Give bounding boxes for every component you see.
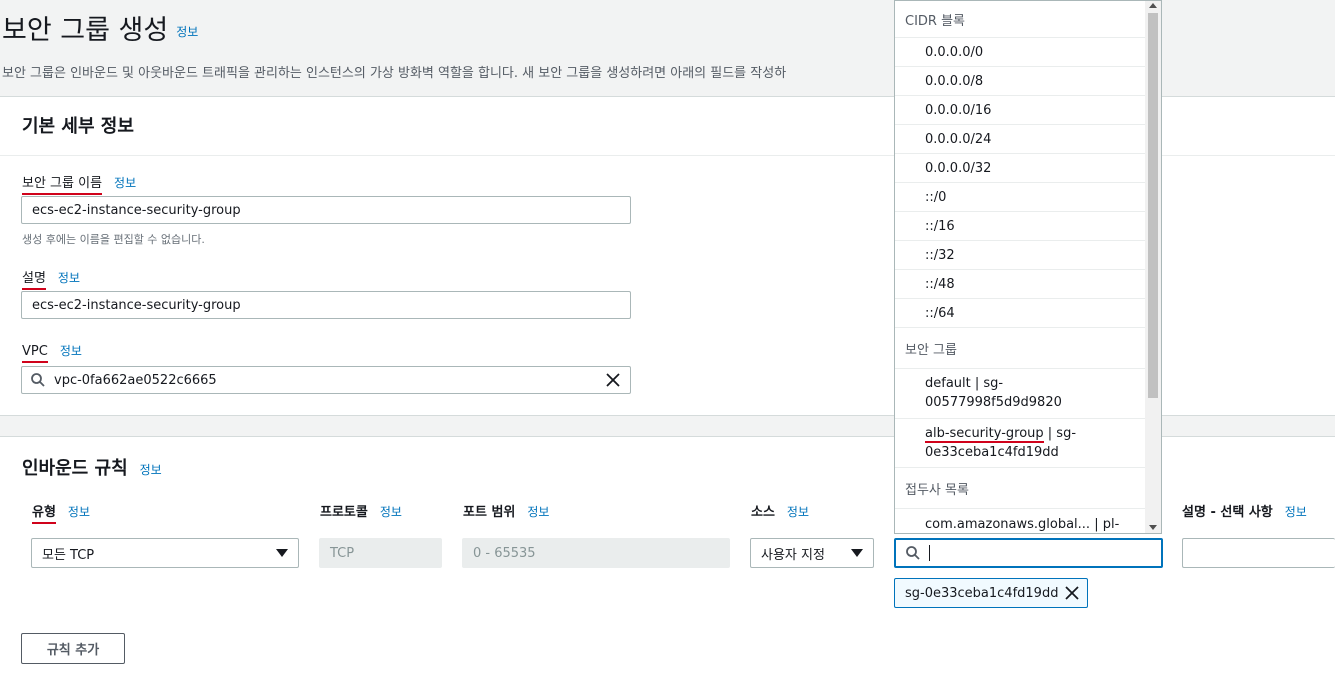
sg-name-label-row: 보안 그룹 이름 정보 bbox=[22, 172, 136, 195]
sg-name-input[interactable]: ecs-ec2-instance-security-group bbox=[21, 196, 631, 224]
search-icon bbox=[31, 373, 45, 387]
col-description-header: 설명 - 선택 사항 정보 bbox=[1182, 501, 1307, 520]
rule-description-input[interactable] bbox=[1182, 538, 1335, 568]
add-rule-button[interactable]: 규칙 추가 bbox=[21, 633, 125, 664]
dropdown-option-cidr[interactable]: ::/64 bbox=[895, 299, 1145, 328]
sg-name-info-link[interactable]: 정보 bbox=[114, 176, 136, 190]
dropdown-option-cidr[interactable]: ::/32 bbox=[895, 241, 1145, 270]
col-type-info-link[interactable]: 정보 bbox=[68, 505, 90, 519]
page-title-text: 보안 그룹 생성 bbox=[2, 15, 169, 46]
sg-name-label: 보안 그룹 이름 bbox=[22, 176, 103, 195]
vpc-select[interactable]: vpc-0fa662ae0522c6665 bbox=[21, 366, 631, 394]
dropdown-option-prefix[interactable]: com.amazonaws.global... | pl- bbox=[895, 509, 1145, 533]
col-source-header: 소스 정보 bbox=[751, 501, 809, 520]
col-type-label: 유형 bbox=[32, 505, 56, 524]
sg-name-hint: 생성 후에는 이름을 편집할 수 없습니다. bbox=[22, 233, 205, 246]
search-icon bbox=[906, 546, 920, 560]
scrollbar-thumb[interactable] bbox=[1148, 13, 1158, 398]
sg-alb-line1: alb-security-group | sg- bbox=[925, 424, 1145, 443]
inbound-rules-heading: 인바운드 규칙 bbox=[22, 458, 128, 479]
dropdown-option-cidr[interactable]: ::/0 bbox=[895, 183, 1145, 212]
dropdown-option-cidr[interactable]: 0.0.0.0/24 bbox=[895, 125, 1145, 154]
inbound-rules-heading-row: 인바운드 규칙 정보 bbox=[22, 454, 162, 480]
scroll-up-arrow-icon[interactable] bbox=[1149, 3, 1157, 8]
dropdown-scrollbar[interactable] bbox=[1145, 1, 1161, 533]
description-label: 설명 bbox=[22, 271, 46, 290]
caret-down-icon bbox=[276, 549, 288, 557]
dropdown-group-security-group: 보안 그룹 bbox=[895, 328, 1145, 369]
close-icon[interactable] bbox=[1065, 586, 1079, 600]
col-protocol-info-link[interactable]: 정보 bbox=[380, 505, 402, 519]
dropdown-option-cidr[interactable]: 0.0.0.0/0 bbox=[895, 38, 1145, 67]
page-description: 보안 그룹은 인바운드 및 아웃바운드 트래픽을 관리하는 인스턴스의 가상 방… bbox=[2, 66, 787, 81]
clear-icon[interactable] bbox=[606, 373, 620, 387]
basic-details-heading: 기본 세부 정보 bbox=[22, 116, 134, 137]
source-type-value: 사용자 지정 bbox=[761, 547, 825, 563]
dropdown-group-prefix-list: 접두사 목록 bbox=[895, 468, 1145, 509]
vpc-label: VPC bbox=[22, 344, 48, 363]
inbound-rules-info-link[interactable]: 정보 bbox=[140, 463, 162, 477]
caret-down-icon bbox=[851, 549, 863, 557]
vpc-value: vpc-0fa662ae0522c6665 bbox=[54, 372, 217, 388]
dropdown-option-cidr[interactable]: ::/48 bbox=[895, 270, 1145, 299]
dropdown-option-cidr[interactable]: ::/16 bbox=[895, 212, 1145, 241]
col-source-label: 소스 bbox=[751, 505, 775, 520]
page-title-info-link[interactable]: 정보 bbox=[176, 25, 198, 39]
dropdown-option-cidr[interactable]: 0.0.0.0/16 bbox=[895, 96, 1145, 125]
type-value: 모든 TCP bbox=[42, 547, 95, 563]
text-cursor bbox=[929, 545, 930, 561]
description-label-row: 설명 정보 bbox=[22, 267, 80, 290]
source-dropdown-list[interactable]: CIDR 블록 0.0.0.0/0 0.0.0.0/8 0.0.0.0/16 0… bbox=[894, 0, 1162, 534]
sg-default-line2: 00577998f5d9d9820 bbox=[925, 395, 1062, 410]
col-source-info-link[interactable]: 정보 bbox=[787, 505, 809, 519]
dropdown-option-cidr[interactable]: 0.0.0.0/32 bbox=[895, 154, 1145, 183]
sg-alb-rest: | sg- bbox=[1043, 426, 1077, 441]
sg-alb-line2: 0e33ceba1c4fd19dd bbox=[925, 445, 1059, 460]
vpc-label-row: VPC 정보 bbox=[22, 342, 82, 363]
dropdown-option-sg-default[interactable]: default | sg- 00577998f5d9d9820 bbox=[895, 369, 1145, 419]
page-title: 보안 그룹 생성 정보 bbox=[2, 8, 198, 47]
col-description-label: 설명 - 선택 사항 bbox=[1182, 505, 1273, 520]
protocol-field: TCP bbox=[319, 538, 442, 568]
description-info-link[interactable]: 정보 bbox=[58, 271, 80, 285]
vpc-select-value-wrap: vpc-0fa662ae0522c6665 bbox=[30, 372, 217, 388]
source-search-input[interactable] bbox=[894, 538, 1163, 568]
dropdown-option-sg-alb[interactable]: alb-security-group | sg- 0e33ceba1c4fd19… bbox=[895, 419, 1145, 468]
token-value: sg-0e33ceba1c4fd19dd bbox=[905, 585, 1059, 601]
col-port-info-link[interactable]: 정보 bbox=[527, 505, 549, 519]
col-port-header: 포트 범위 정보 bbox=[463, 501, 549, 520]
type-select[interactable]: 모든 TCP bbox=[31, 538, 299, 568]
dropdown-option-cidr[interactable]: 0.0.0.0/8 bbox=[895, 67, 1145, 96]
vpc-info-link[interactable]: 정보 bbox=[60, 344, 82, 358]
dropdown-group-cidr: CIDR 블록 bbox=[895, 1, 1145, 38]
port-range-field: 0 - 65535 bbox=[462, 538, 730, 568]
sg-alb-name: alb-security-group bbox=[925, 426, 1044, 443]
sg-default-line1: default | sg- bbox=[925, 376, 1004, 391]
col-protocol-header: 프로토콜 정보 bbox=[320, 501, 402, 520]
col-port-label: 포트 범위 bbox=[463, 505, 516, 520]
selected-source-token: sg-0e33ceba1c4fd19dd bbox=[894, 578, 1088, 608]
col-protocol-label: 프로토콜 bbox=[320, 505, 368, 520]
col-type-header: 유형 정보 bbox=[32, 501, 90, 524]
description-input[interactable]: ecs-ec2-instance-security-group bbox=[21, 291, 631, 319]
source-type-select[interactable]: 사용자 지정 bbox=[750, 538, 874, 568]
col-description-info-link[interactable]: 정보 bbox=[1285, 505, 1307, 519]
scroll-down-arrow-icon[interactable] bbox=[1149, 525, 1157, 530]
